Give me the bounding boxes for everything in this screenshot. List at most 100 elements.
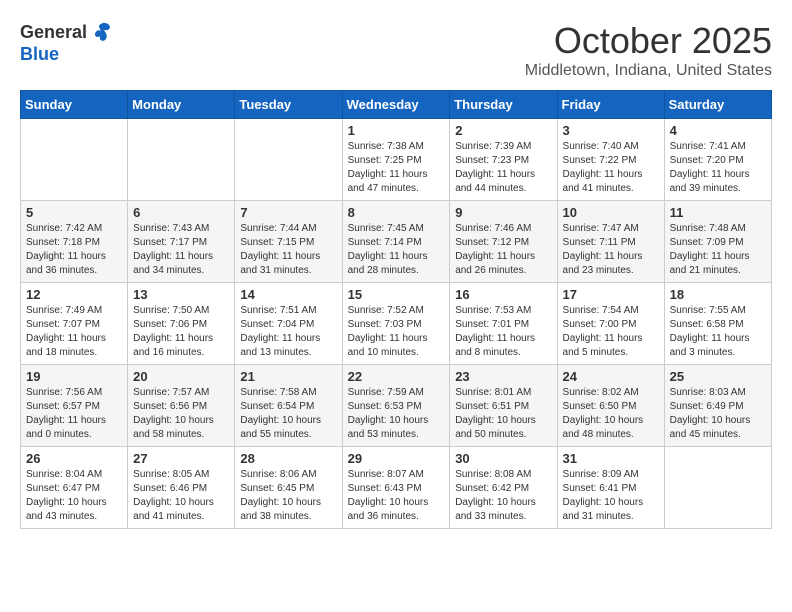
- day-info: Sunrise: 8:06 AM Sunset: 6:45 PM Dayligh…: [240, 468, 336, 524]
- calendar-day-cell: 2 Sunrise: 7:39 AM Sunset: 7:23 PM Daylig…: [450, 119, 557, 201]
- day-info: Sunrise: 8:05 AM Sunset: 6:46 PM Dayligh…: [133, 468, 229, 524]
- weekday-header-thursday: Thursday: [450, 91, 557, 119]
- calendar-day-cell: 7 Sunrise: 7:44 AM Sunset: 7:15 PM Daylig…: [235, 201, 342, 283]
- day-number: 13: [133, 287, 229, 302]
- calendar-day-cell: 5 Sunrise: 7:42 AM Sunset: 7:18 PM Daylig…: [21, 201, 128, 283]
- day-number: 7: [240, 205, 336, 220]
- day-number: 8: [348, 205, 445, 220]
- day-info: Sunrise: 7:51 AM Sunset: 7:04 PM Dayligh…: [240, 304, 336, 360]
- calendar-day-cell: 26Sunrise: 8:04 AM Sunset: 6:47 PM Dayli…: [21, 447, 128, 529]
- day-number: 9: [455, 205, 551, 220]
- day-number: 29: [348, 451, 445, 466]
- calendar-day-cell: 14 Sunrise: 7:51 AM Sunset: 7:04 PM Dayli…: [235, 283, 342, 365]
- calendar-day-cell: 19 Sunrise: 7:56 AM Sunset: 6:57 PM Dayli…: [21, 365, 128, 447]
- day-number: 5: [26, 205, 122, 220]
- day-number: 1: [348, 123, 445, 138]
- day-info: Sunrise: 7:45 AM Sunset: 7:14 PM Dayligh…: [348, 222, 445, 278]
- day-info: Sunrise: 7:43 AM Sunset: 7:17 PM Dayligh…: [133, 222, 229, 278]
- day-info: Sunrise: 7:59 AM Sunset: 6:53 PM Dayligh…: [348, 386, 445, 442]
- calendar-day-cell: 3Sunrise: 7:40 AM Sunset: 7:22 PM Daylig…: [557, 119, 664, 201]
- day-info: Sunrise: 7:48 AM Sunset: 7:09 PM Dayligh…: [670, 222, 766, 278]
- weekday-header-tuesday: Tuesday: [235, 91, 342, 119]
- calendar-day-cell: 16 Sunrise: 7:53 AM Sunset: 7:01 PM Dayli…: [450, 283, 557, 365]
- calendar-day-cell: 21 Sunrise: 7:58 AM Sunset: 6:54 PM Dayli…: [235, 365, 342, 447]
- day-number: 31: [563, 451, 659, 466]
- logo: General Blue: [20, 20, 113, 65]
- day-number: 14: [240, 287, 336, 302]
- calendar-day-cell: [21, 119, 128, 201]
- location-text: Middletown, Indiana, United States: [525, 62, 772, 80]
- calendar-day-cell: 1 Sunrise: 7:38 AM Sunset: 7:25 PM Daylig…: [342, 119, 450, 201]
- day-info: Sunrise: 7:38 AM Sunset: 7:25 PM Dayligh…: [348, 140, 445, 196]
- day-number: 4: [670, 123, 766, 138]
- day-info: Sunrise: 7:52 AM Sunset: 7:03 PM Dayligh…: [348, 304, 445, 360]
- day-number: 10: [563, 205, 659, 220]
- calendar-day-cell: 31Sunrise: 8:09 AM Sunset: 6:41 PM Dayli…: [557, 447, 664, 529]
- calendar-day-cell: 8 Sunrise: 7:45 AM Sunset: 7:14 PM Daylig…: [342, 201, 450, 283]
- day-info: Sunrise: 8:04 AM Sunset: 6:47 PM Dayligh…: [26, 468, 122, 524]
- calendar-day-cell: 10 Sunrise: 7:47 AM Sunset: 7:11 PM Dayli…: [557, 201, 664, 283]
- day-info: Sunrise: 7:41 AM Sunset: 7:20 PM Dayligh…: [670, 140, 766, 196]
- day-number: 27: [133, 451, 229, 466]
- day-info: Sunrise: 7:56 AM Sunset: 6:57 PM Dayligh…: [26, 386, 122, 442]
- day-info: Sunrise: 7:47 AM Sunset: 7:11 PM Dayligh…: [563, 222, 659, 278]
- logo-blue-text: Blue: [20, 44, 59, 65]
- weekday-header-sunday: Sunday: [21, 91, 128, 119]
- day-number: 16: [455, 287, 551, 302]
- weekday-header-saturday: Saturday: [664, 91, 771, 119]
- day-info: Sunrise: 7:42 AM Sunset: 7:18 PM Dayligh…: [26, 222, 122, 278]
- day-number: 25: [670, 369, 766, 384]
- day-number: 28: [240, 451, 336, 466]
- calendar-day-cell: 28 Sunrise: 8:06 AM Sunset: 6:45 PM Dayli…: [235, 447, 342, 529]
- calendar-day-cell: [128, 119, 235, 201]
- day-info: Sunrise: 7:58 AM Sunset: 6:54 PM Dayligh…: [240, 386, 336, 442]
- day-info: Sunrise: 7:44 AM Sunset: 7:15 PM Dayligh…: [240, 222, 336, 278]
- day-number: 19: [26, 369, 122, 384]
- day-info: Sunrise: 7:40 AM Sunset: 7:22 PM Dayligh…: [563, 140, 659, 196]
- calendar-day-cell: 17 Sunrise: 7:54 AM Sunset: 7:00 PM Dayli…: [557, 283, 664, 365]
- title-section: October 2025 Middletown, Indiana, United…: [525, 20, 772, 80]
- calendar-header-row: SundayMondayTuesdayWednesdayThursdayFrid…: [21, 91, 772, 119]
- calendar-day-cell: 18 Sunrise: 7:55 AM Sunset: 6:58 PM Dayli…: [664, 283, 771, 365]
- calendar-week-row: 5 Sunrise: 7:42 AM Sunset: 7:18 PM Daylig…: [21, 201, 772, 283]
- calendar-day-cell: 22Sunrise: 7:59 AM Sunset: 6:53 PM Dayli…: [342, 365, 450, 447]
- day-info: Sunrise: 7:49 AM Sunset: 7:07 PM Dayligh…: [26, 304, 122, 360]
- weekday-header-monday: Monday: [128, 91, 235, 119]
- page-header: General Blue October 2025 Middletown, In…: [20, 20, 772, 80]
- calendar-day-cell: 15 Sunrise: 7:52 AM Sunset: 7:03 PM Dayli…: [342, 283, 450, 365]
- calendar-week-row: 26Sunrise: 8:04 AM Sunset: 6:47 PM Dayli…: [21, 447, 772, 529]
- day-number: 12: [26, 287, 122, 302]
- calendar-day-cell: 30 Sunrise: 8:08 AM Sunset: 6:42 PM Dayli…: [450, 447, 557, 529]
- calendar-day-cell: 11 Sunrise: 7:48 AM Sunset: 7:09 PM Dayli…: [664, 201, 771, 283]
- day-info: Sunrise: 7:54 AM Sunset: 7:00 PM Dayligh…: [563, 304, 659, 360]
- calendar-table: SundayMondayTuesdayWednesdayThursdayFrid…: [20, 90, 772, 529]
- day-info: Sunrise: 7:53 AM Sunset: 7:01 PM Dayligh…: [455, 304, 551, 360]
- calendar-week-row: 1 Sunrise: 7:38 AM Sunset: 7:25 PM Daylig…: [21, 119, 772, 201]
- day-info: Sunrise: 7:50 AM Sunset: 7:06 PM Dayligh…: [133, 304, 229, 360]
- day-number: 11: [670, 205, 766, 220]
- day-info: Sunrise: 8:03 AM Sunset: 6:49 PM Dayligh…: [670, 386, 766, 442]
- day-info: Sunrise: 7:55 AM Sunset: 6:58 PM Dayligh…: [670, 304, 766, 360]
- calendar-week-row: 12 Sunrise: 7:49 AM Sunset: 7:07 PM Dayli…: [21, 283, 772, 365]
- day-number: 15: [348, 287, 445, 302]
- weekday-header-wednesday: Wednesday: [342, 91, 450, 119]
- day-number: 6: [133, 205, 229, 220]
- day-number: 30: [455, 451, 551, 466]
- calendar-day-cell: 4 Sunrise: 7:41 AM Sunset: 7:20 PM Daylig…: [664, 119, 771, 201]
- calendar-day-cell: 29 Sunrise: 8:07 AM Sunset: 6:43 PM Dayli…: [342, 447, 450, 529]
- day-number: 17: [563, 287, 659, 302]
- calendar-day-cell: 12 Sunrise: 7:49 AM Sunset: 7:07 PM Dayli…: [21, 283, 128, 365]
- day-info: Sunrise: 7:39 AM Sunset: 7:23 PM Dayligh…: [455, 140, 551, 196]
- calendar-day-cell: 13 Sunrise: 7:50 AM Sunset: 7:06 PM Dayli…: [128, 283, 235, 365]
- day-info: Sunrise: 8:08 AM Sunset: 6:42 PM Dayligh…: [455, 468, 551, 524]
- day-info: Sunrise: 8:07 AM Sunset: 6:43 PM Dayligh…: [348, 468, 445, 524]
- day-number: 18: [670, 287, 766, 302]
- logo-general-text: General: [20, 22, 87, 43]
- calendar-day-cell: 23Sunrise: 8:01 AM Sunset: 6:51 PM Dayli…: [450, 365, 557, 447]
- day-number: 2: [455, 123, 551, 138]
- calendar-day-cell: [664, 447, 771, 529]
- calendar-week-row: 19 Sunrise: 7:56 AM Sunset: 6:57 PM Dayli…: [21, 365, 772, 447]
- calendar-day-cell: [235, 119, 342, 201]
- day-number: 21: [240, 369, 336, 384]
- logo-bird-icon: [89, 20, 113, 44]
